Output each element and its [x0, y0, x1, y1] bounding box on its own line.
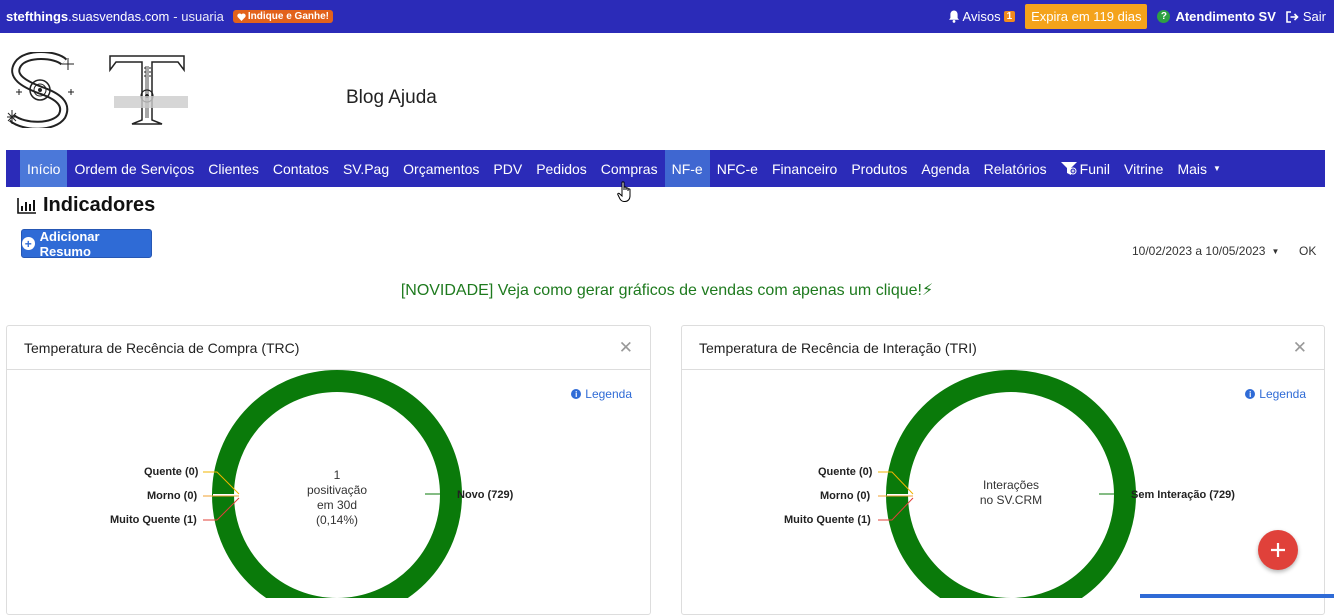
nav-item-orcamentos[interactable]: Orçamentos — [396, 150, 486, 187]
indique-label: Indique e Ganhe! — [247, 11, 329, 22]
plus-circle-icon: + — [22, 237, 35, 250]
bar-chart-icon — [17, 197, 36, 214]
nav-item-agenda[interactable]: Agenda — [914, 150, 976, 187]
blog-ajuda-link[interactable]: Blog Ajuda — [346, 87, 437, 109]
logo-letter-t — [109, 55, 188, 125]
nav-item-nfe[interactable]: NF-e — [664, 150, 710, 187]
nav-item-financeiro[interactable]: Financeiro — [765, 150, 844, 187]
indicadores-heading: Indicadores — [17, 194, 155, 217]
trc-donut-chart — [203, 370, 462, 598]
heart-icon — [237, 12, 246, 21]
trc-center-line2: positivação — [306, 483, 368, 497]
bell-icon — [948, 10, 959, 23]
trc-center-line4: (0,14%) — [315, 513, 359, 527]
nav-item-contatos[interactable]: Contatos — [266, 150, 336, 187]
brand-name: stefthings — [6, 9, 69, 24]
nav-item-mais-label: Mais — [1177, 160, 1208, 177]
date-range-picker[interactable]: 10/02/2023 a 10/05/2023 ▼ — [1132, 244, 1279, 258]
nav-item-vitrine[interactable]: Vitrine — [1117, 150, 1170, 187]
user-label: - usuaria — [173, 9, 224, 24]
indique-button[interactable]: Indique e Ganhe! — [232, 10, 333, 23]
tri-center-text: Interações no SV.CRM — [953, 478, 1069, 508]
hand-cursor-icon — [617, 181, 631, 202]
nav-item-relatorios[interactable]: Relatórios — [977, 150, 1054, 187]
adicionar-resumo-button[interactable]: + Adicionar Resumo — [21, 228, 152, 259]
ok-button[interactable]: OK — [1299, 244, 1316, 258]
nav-item-ordem-servicos[interactable]: Ordem de Serviços — [67, 150, 201, 187]
novidade-banner-link[interactable]: [NOVIDADE] Veja como gerar gráficos de v… — [0, 280, 1334, 300]
sair-button[interactable]: Sair — [1286, 9, 1326, 24]
chat-widget-tab[interactable] — [1140, 594, 1334, 598]
adicionar-resumo-label: Adicionar Resumo — [39, 228, 100, 259]
plus-icon — [1271, 543, 1285, 557]
caret-down-icon: ▼ — [1213, 164, 1221, 173]
trc-label-muito-quente: Muito Quente (1) — [110, 514, 197, 526]
date-range-value: 10/02/2023 a 10/05/2023 — [1132, 244, 1266, 258]
panel-tri: Temperatura de Recência de Interação (TR… — [681, 325, 1325, 615]
funnel-icon — [1060, 162, 1077, 175]
logo-letter-s — [7, 52, 74, 128]
nav-item-inicio[interactable]: Início — [20, 150, 68, 187]
trc-label-morno: Morno (0) — [147, 490, 198, 502]
avisos-label: Avisos — [962, 9, 1001, 24]
nav-item-pedidos[interactable]: Pedidos — [529, 150, 594, 187]
atendimento-label: Atendimento SV — [1175, 9, 1276, 24]
top-bar: stefthings.suasvendas.com - usuaria Indi… — [0, 0, 1334, 33]
tri-label-morno: Morno (0) — [820, 490, 871, 502]
trc-label-novo: Novo (729) — [457, 489, 514, 501]
brand-domain: .suasvendas.com — [68, 9, 170, 24]
nav-item-produtos[interactable]: Produtos — [844, 150, 914, 187]
trc-center-line1: 1 — [333, 468, 341, 482]
tri-label-quente: Quente (0) — [818, 466, 873, 478]
nav-item-funil-label: Funil — [1079, 160, 1111, 177]
sair-label: Sair — [1302, 9, 1326, 24]
trc-label-quente: Quente (0) — [144, 466, 199, 478]
help-icon: ? — [1157, 10, 1171, 23]
caret-down-icon: ▼ — [1271, 246, 1280, 256]
logout-icon — [1286, 10, 1299, 23]
top-right-area: Avisos 1 Expira em 119 dias ? Atendiment… — [948, 0, 1326, 33]
nav-item-clientes[interactable]: Clientes — [201, 150, 266, 187]
add-floating-button[interactable] — [1258, 530, 1298, 570]
panel-trc: Temperatura de Recência de Compra (TRC) … — [6, 325, 651, 615]
nav-item-mais[interactable]: Mais ▼ — [1170, 150, 1227, 187]
tri-center-line2: no SV.CRM — [979, 493, 1043, 507]
nav-item-svpag[interactable]: SV.Pag — [336, 150, 396, 187]
tri-label-muito-quente: Muito Quente (1) — [784, 514, 871, 526]
tri-label-sem: Sem Interação (729) — [1131, 489, 1235, 501]
brand[interactable]: stefthings.suasvendas.com — [6, 9, 169, 24]
indicadores-title: Indicadores — [43, 194, 156, 216]
avisos-count-badge: 1 — [1003, 11, 1016, 22]
tri-donut-chart — [878, 370, 1136, 598]
nav-item-pdv[interactable]: PDV — [486, 150, 529, 187]
atendimento-button[interactable]: ? Atendimento SV — [1157, 9, 1276, 24]
main-nav: Início Ordem de Serviços Clientes Contat… — [6, 150, 1325, 187]
nav-item-funil[interactable]: Funil — [1054, 150, 1117, 187]
trc-center-text: 1 positivação em 30d (0,14%) — [279, 468, 395, 528]
tri-center-line1: Interações — [982, 478, 1040, 492]
avisos-button[interactable]: Avisos 1 — [948, 9, 1016, 24]
nav-item-nfce[interactable]: NFC-e — [710, 150, 765, 187]
trc-center-line3: em 30d — [316, 498, 358, 512]
expira-button[interactable]: Expira em 119 dias — [1025, 4, 1148, 29]
company-logo[interactable] — [6, 52, 188, 128]
